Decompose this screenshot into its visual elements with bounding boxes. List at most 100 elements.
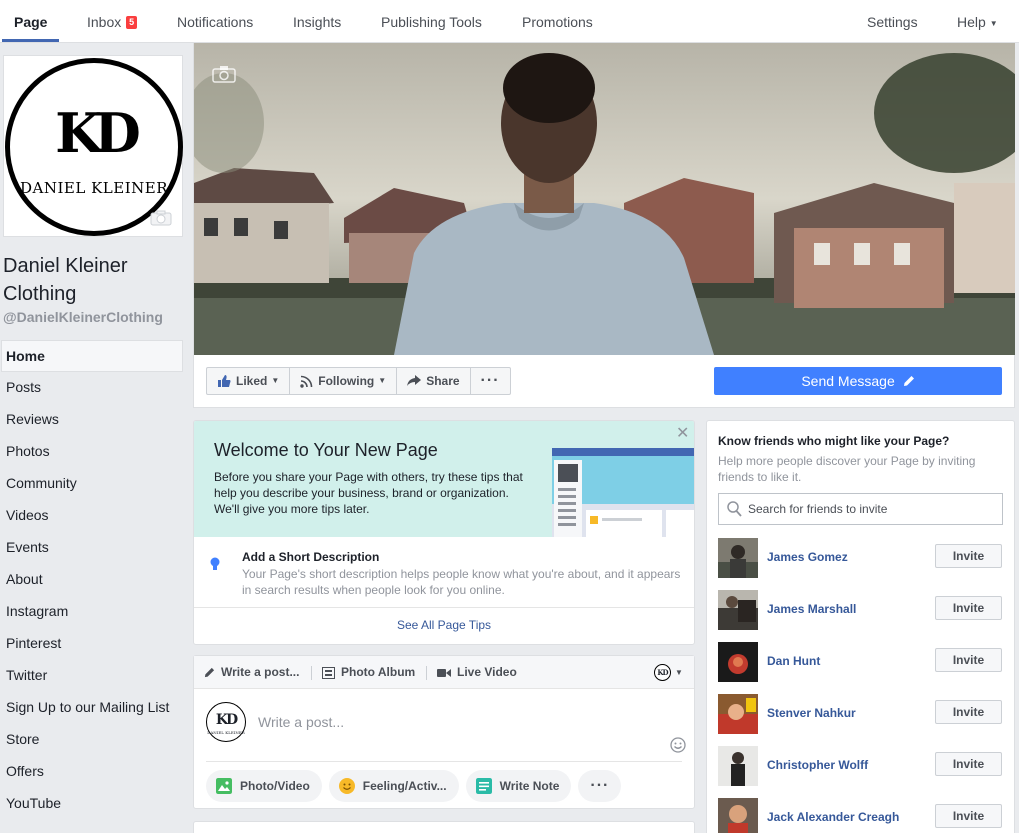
sidebar-item-store[interactable]: Store bbox=[0, 724, 183, 756]
avatar[interactable] bbox=[718, 798, 758, 833]
liked-label: Liked bbox=[236, 374, 268, 388]
tab-inbox[interactable]: Inbox 5 bbox=[87, 0, 138, 43]
close-icon[interactable]: ✕ bbox=[676, 423, 689, 443]
cover-photo[interactable] bbox=[194, 43, 1015, 355]
smiley-icon[interactable] bbox=[670, 737, 686, 753]
chevron-down-icon: ▼ bbox=[271, 376, 280, 385]
invite-title: Know friends who might like your Page? bbox=[718, 434, 950, 448]
friend-search-input[interactable]: Search for friends to invite bbox=[718, 493, 1003, 525]
lightbulb-icon bbox=[210, 557, 220, 570]
invite-button[interactable]: Invite bbox=[935, 596, 1002, 620]
avatar-mark: KD bbox=[215, 712, 238, 728]
page-username[interactable]: @DanielKleinerClothing bbox=[3, 309, 163, 325]
friend-name[interactable]: James Gomez bbox=[767, 550, 848, 564]
feeling-smiley-icon bbox=[338, 778, 355, 794]
friend-name[interactable]: Dan Hunt bbox=[767, 654, 820, 668]
page-preview-illustration bbox=[552, 448, 694, 537]
tab-live-video[interactable]: Live Video bbox=[437, 656, 517, 689]
next-card bbox=[193, 821, 695, 833]
share-button[interactable]: Share bbox=[397, 368, 471, 394]
welcome-banner: Welcome to Your New Page Before you shar… bbox=[194, 421, 694, 537]
tab-publishing-tools[interactable]: Publishing Tools bbox=[381, 0, 482, 43]
note-icon bbox=[475, 778, 492, 794]
sidebar-item-twitter[interactable]: Twitter bbox=[0, 660, 183, 692]
avatar[interactable] bbox=[718, 642, 758, 682]
friend-search-placeholder: Search for friends to invite bbox=[748, 502, 888, 516]
tab-settings-label: Settings bbox=[867, 14, 918, 30]
page-title[interactable]: Daniel Kleiner Clothing bbox=[3, 252, 183, 308]
more-options-button[interactable]: ··· bbox=[471, 368, 510, 394]
tab-notifications[interactable]: Notifications bbox=[177, 0, 253, 43]
profile-picture[interactable]: KD DANIEL KLEINER bbox=[3, 55, 183, 237]
sidebar-item-mailing-list[interactable]: Sign Up to our Mailing List bbox=[0, 692, 183, 724]
sidebar-item-videos[interactable]: Videos bbox=[0, 500, 183, 532]
tab-insights[interactable]: Insights bbox=[293, 0, 341, 43]
friend-name[interactable]: James Marshall bbox=[767, 602, 856, 616]
friend-name[interactable]: Jack Alexander Creagh bbox=[767, 810, 899, 824]
list-item: James Marshall Invite bbox=[718, 590, 1003, 630]
avatar[interactable] bbox=[718, 590, 758, 630]
sidebar-item-photos[interactable]: Photos bbox=[0, 436, 183, 468]
more-options-button[interactable]: ··· bbox=[578, 770, 622, 802]
invite-button[interactable]: Invite bbox=[935, 544, 1002, 568]
tab-page[interactable]: Page bbox=[14, 0, 47, 43]
chevron-down-icon: ▼ bbox=[675, 668, 683, 677]
write-note-button[interactable]: Write Note bbox=[465, 770, 572, 802]
feeling-activity-button[interactable]: Feeling/Activ... bbox=[328, 770, 459, 802]
invite-button[interactable]: Invite bbox=[935, 648, 1002, 672]
see-all-page-tips-link[interactable]: See All Page Tips bbox=[194, 618, 694, 632]
page-avatar-small: KD bbox=[654, 664, 671, 681]
sidebar-item-reviews[interactable]: Reviews bbox=[0, 404, 183, 436]
friend-name[interactable]: Christopher Wolff bbox=[767, 758, 868, 772]
sidebar-item-about[interactable]: About bbox=[0, 564, 183, 596]
camera-icon[interactable] bbox=[150, 210, 172, 226]
tab-promotions[interactable]: Promotions bbox=[522, 0, 593, 43]
composer-tabs: Write a post... Photo Album Live Video K… bbox=[194, 656, 694, 689]
photo-video-button[interactable]: Photo/Video bbox=[206, 770, 322, 802]
post-as-selector[interactable]: KD ▼ bbox=[654, 664, 683, 681]
send-message-button[interactable]: Send Message bbox=[714, 367, 1002, 395]
invite-button[interactable]: Invite bbox=[935, 804, 1002, 828]
invite-button[interactable]: Invite bbox=[935, 752, 1002, 776]
avatar[interactable] bbox=[718, 694, 758, 734]
friend-name[interactable]: Stenver Nahkur bbox=[767, 706, 856, 720]
invite-button[interactable]: Invite bbox=[935, 700, 1002, 724]
tab-write-post[interactable]: Write a post... bbox=[204, 656, 299, 689]
page-tip[interactable]: Add a Short Description Your Page's shor… bbox=[194, 537, 694, 608]
avatar[interactable] bbox=[718, 538, 758, 578]
sidebar-item-posts[interactable]: Posts bbox=[0, 372, 183, 404]
sidebar-item-community[interactable]: Community bbox=[0, 468, 183, 500]
welcome-description: Before you share your Page with others, … bbox=[214, 470, 523, 516]
camera-icon[interactable] bbox=[212, 65, 236, 83]
feeling-activity-label: Feeling/Activ... bbox=[362, 779, 447, 793]
sidebar-item-events[interactable]: Events bbox=[0, 532, 183, 564]
chevron-down-icon: ▼ bbox=[378, 376, 387, 385]
cover-card: Liked ▼ Following ▼ Share ··· Send Message bbox=[193, 43, 1015, 408]
sidebar-item-home[interactable]: Home bbox=[1, 340, 183, 372]
post-input[interactable]: Write a post... bbox=[258, 714, 344, 730]
pencil-icon bbox=[903, 376, 914, 386]
list-item: Dan Hunt Invite bbox=[718, 642, 1003, 682]
page-top-nav: Page Inbox 5 Notifications Insights Publ… bbox=[0, 0, 1019, 43]
invite-friends-card: Know friends who might like your Page? H… bbox=[706, 420, 1015, 833]
sidebar-item-offers[interactable]: Offers bbox=[0, 756, 183, 788]
sidebar-item-youtube[interactable]: YouTube bbox=[0, 788, 183, 820]
tab-help[interactable]: Help ▼ bbox=[957, 0, 998, 43]
cover-photo-image bbox=[194, 43, 1015, 355]
avatar[interactable] bbox=[718, 746, 758, 786]
page-sidebar-nav: Home Posts Reviews Photos Community Vide… bbox=[0, 340, 183, 820]
list-item: Christopher Wolff Invite bbox=[718, 746, 1003, 786]
more-dots-icon: ··· bbox=[480, 372, 500, 389]
tab-divider bbox=[426, 666, 427, 680]
more-dots-icon: ··· bbox=[590, 777, 610, 794]
inbox-count-badge: 5 bbox=[126, 16, 138, 29]
tab-page-label: Page bbox=[14, 14, 48, 30]
following-button[interactable]: Following ▼ bbox=[290, 368, 398, 394]
thumbs-up-icon bbox=[218, 375, 231, 387]
tab-settings[interactable]: Settings bbox=[867, 0, 918, 43]
sidebar-item-instagram[interactable]: Instagram bbox=[0, 596, 183, 628]
sidebar-item-pinterest[interactable]: Pinterest bbox=[0, 628, 183, 660]
share-arrow-icon bbox=[407, 375, 422, 386]
tab-photo-album[interactable]: Photo Album bbox=[322, 656, 415, 689]
liked-button[interactable]: Liked ▼ bbox=[207, 368, 291, 394]
